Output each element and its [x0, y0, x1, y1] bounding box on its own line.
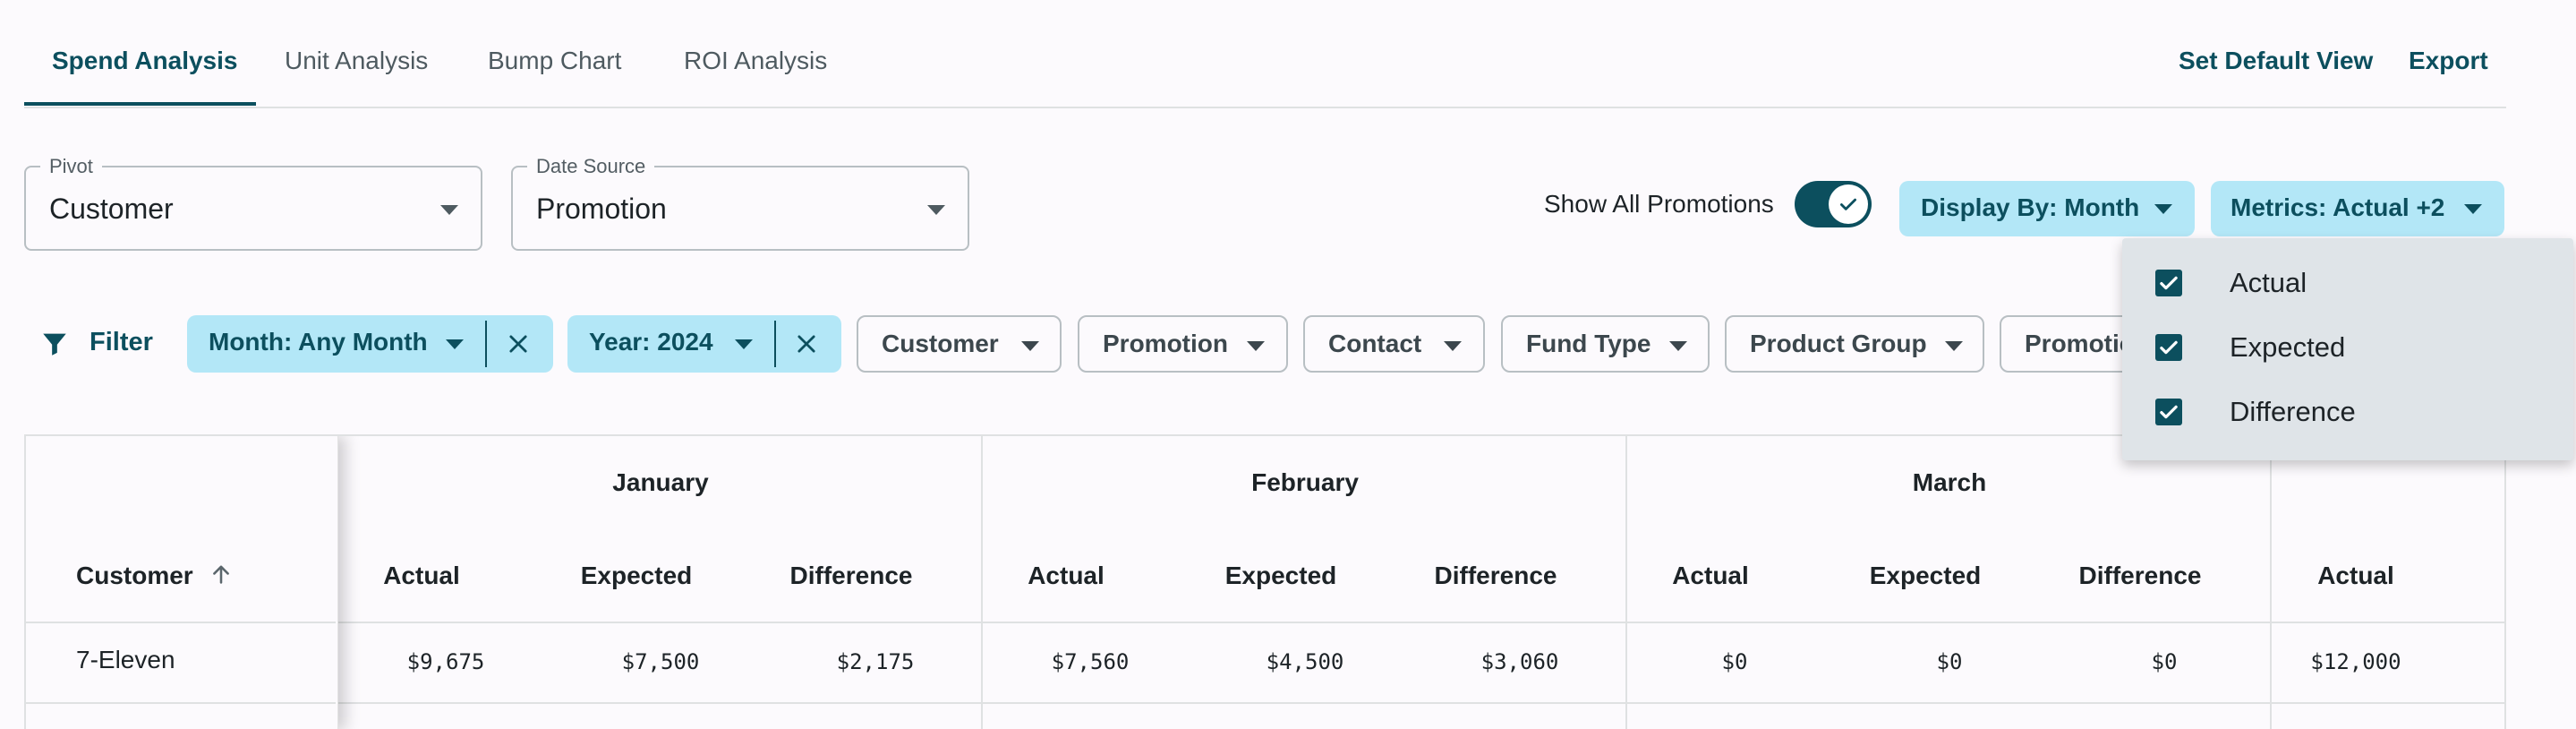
- metrics-option-expected[interactable]: Expected: [2122, 316, 2573, 379]
- column-header-difference[interactable]: Difference: [790, 562, 913, 590]
- chip-divider: [774, 321, 776, 367]
- chevron-down-icon: [1444, 341, 1462, 351]
- export-button[interactable]: Export: [2409, 47, 2488, 75]
- chevron-down-icon: [927, 205, 945, 215]
- table-cell: $3,060: [1480, 649, 1559, 674]
- customer-column-header[interactable]: Customer: [76, 562, 234, 593]
- metrics-button[interactable]: Metrics: Actual +2: [2211, 181, 2504, 236]
- checkbox-checked-icon[interactable]: [2155, 334, 2182, 361]
- metrics-option-label: Difference: [2230, 396, 2356, 427]
- metrics-option-label: Expected: [2230, 331, 2346, 363]
- month-filter-chip[interactable]: Month: Any Month: [187, 315, 553, 373]
- table-cell: $0: [1936, 649, 1963, 674]
- table-cell: $4,500: [1266, 649, 1344, 674]
- chevron-down-icon: [2154, 204, 2172, 214]
- fund-type-filter-chip[interactable]: Fund Type: [1501, 315, 1710, 373]
- tab-unit-analysis[interactable]: Unit Analysis: [285, 47, 428, 75]
- month-filter-label: Month: Any Month: [209, 328, 428, 356]
- filter-icon: [39, 329, 70, 359]
- close-icon[interactable]: [794, 331, 819, 356]
- column-divider: [1625, 436, 1627, 729]
- chip-label: Fund Type: [1526, 330, 1651, 357]
- column-divider: [2270, 436, 2272, 729]
- year-filter-label: Year: 2024: [589, 328, 713, 356]
- chevron-down-icon: [440, 205, 458, 215]
- column-header-expected[interactable]: Expected: [1225, 562, 1337, 590]
- display-by-button[interactable]: Display By: Month: [1899, 181, 2195, 236]
- chip-label: Product Group: [1750, 330, 1927, 357]
- metrics-label: Metrics: Actual +2: [2231, 193, 2445, 221]
- row-divider: [26, 702, 336, 704]
- pivot-select[interactable]: Pivot Customer: [24, 155, 482, 251]
- tab-bump-chart[interactable]: Bump Chart: [488, 47, 621, 75]
- row-divider: [26, 702, 2504, 704]
- product-group-filter-chip[interactable]: Product Group: [1725, 315, 1984, 373]
- column-divider: [981, 436, 983, 729]
- metrics-menu: Actual Expected Difference: [2122, 238, 2573, 460]
- close-icon[interactable]: [506, 331, 531, 356]
- chevron-down-icon: [446, 339, 464, 349]
- sort-ascending-icon[interactable]: [209, 562, 234, 593]
- table-cell: $12,000: [2310, 649, 2401, 674]
- metrics-option-label: Actual: [2230, 267, 2307, 298]
- metrics-option-difference[interactable]: Difference: [2122, 381, 2573, 443]
- checkbox-checked-icon[interactable]: [2155, 399, 2182, 425]
- column-header-actual[interactable]: Actual: [1672, 562, 1749, 590]
- metrics-option-actual[interactable]: Actual: [2122, 252, 2573, 314]
- chevron-down-icon: [735, 339, 753, 349]
- tab-roi-analysis[interactable]: ROI Analysis: [684, 47, 827, 75]
- show-all-promotions-label: Show All Promotions: [1544, 190, 1774, 218]
- customer-filter-chip[interactable]: Customer: [857, 315, 1062, 373]
- check-icon: [1829, 184, 1868, 224]
- table-cell: $7,500: [621, 649, 700, 674]
- date-source-label: Date Source: [527, 155, 655, 178]
- table-cell: $2,175: [836, 649, 915, 674]
- header-divider: [26, 622, 336, 623]
- column-header-actual[interactable]: Actual: [2317, 562, 2394, 590]
- tab-spend-analysis[interactable]: Spend Analysis: [52, 47, 237, 75]
- pivot-value: Customer: [49, 193, 174, 225]
- display-by-label: Display By: Month: [1921, 193, 2140, 221]
- month-header-february: February: [1251, 468, 1359, 496]
- active-tab-indicator: [24, 102, 256, 106]
- chevron-down-icon: [1669, 341, 1687, 351]
- promotion-filter-chip[interactable]: Promotion: [1078, 315, 1288, 373]
- table-cell: $0: [1721, 649, 1748, 674]
- month-header-january: January: [612, 468, 709, 496]
- contact-filter-chip[interactable]: Contact: [1303, 315, 1485, 373]
- show-all-promotions-toggle[interactable]: [1795, 181, 1872, 227]
- table-cell: $0: [2151, 649, 2178, 674]
- table-row-customer: 7-Eleven: [76, 646, 175, 673]
- table-cell: $9,675: [406, 649, 485, 674]
- chevron-down-icon: [1247, 341, 1265, 351]
- column-header-difference[interactable]: Difference: [2079, 562, 2202, 590]
- chip-label: Promotio: [2025, 330, 2135, 357]
- chevron-down-icon: [2464, 204, 2482, 214]
- set-default-view-button[interactable]: Set Default View: [2179, 47, 2373, 75]
- chip-divider: [485, 321, 487, 367]
- data-table: January February March Actual Expected D…: [24, 434, 2506, 729]
- customer-header-label: Customer: [76, 562, 193, 589]
- checkbox-checked-icon[interactable]: [2155, 270, 2182, 296]
- header-divider: [26, 622, 2504, 623]
- tabs-divider: [24, 107, 2506, 108]
- date-source-select[interactable]: Date Source Promotion: [511, 155, 969, 251]
- year-filter-chip[interactable]: Year: 2024: [567, 315, 841, 373]
- chip-label: Contact: [1328, 330, 1422, 357]
- month-header-march: March: [1912, 468, 1987, 496]
- column-header-actual[interactable]: Actual: [1028, 562, 1105, 590]
- chip-label: Customer: [882, 330, 999, 357]
- column-header-expected[interactable]: Expected: [1870, 562, 1982, 590]
- column-header-expected[interactable]: Expected: [581, 562, 693, 590]
- chevron-down-icon: [1945, 341, 1963, 351]
- table-cell: $7,560: [1051, 649, 1130, 674]
- chip-label: Promotion: [1103, 330, 1228, 357]
- chevron-down-icon: [1021, 341, 1039, 351]
- pivot-label: Pivot: [40, 155, 102, 178]
- customer-column: Customer 7-Eleven: [26, 436, 338, 729]
- filter-button[interactable]: Filter: [90, 328, 153, 357]
- column-header-difference[interactable]: Difference: [1435, 562, 1557, 590]
- date-source-value: Promotion: [536, 193, 667, 225]
- column-header-actual[interactable]: Actual: [383, 562, 460, 590]
